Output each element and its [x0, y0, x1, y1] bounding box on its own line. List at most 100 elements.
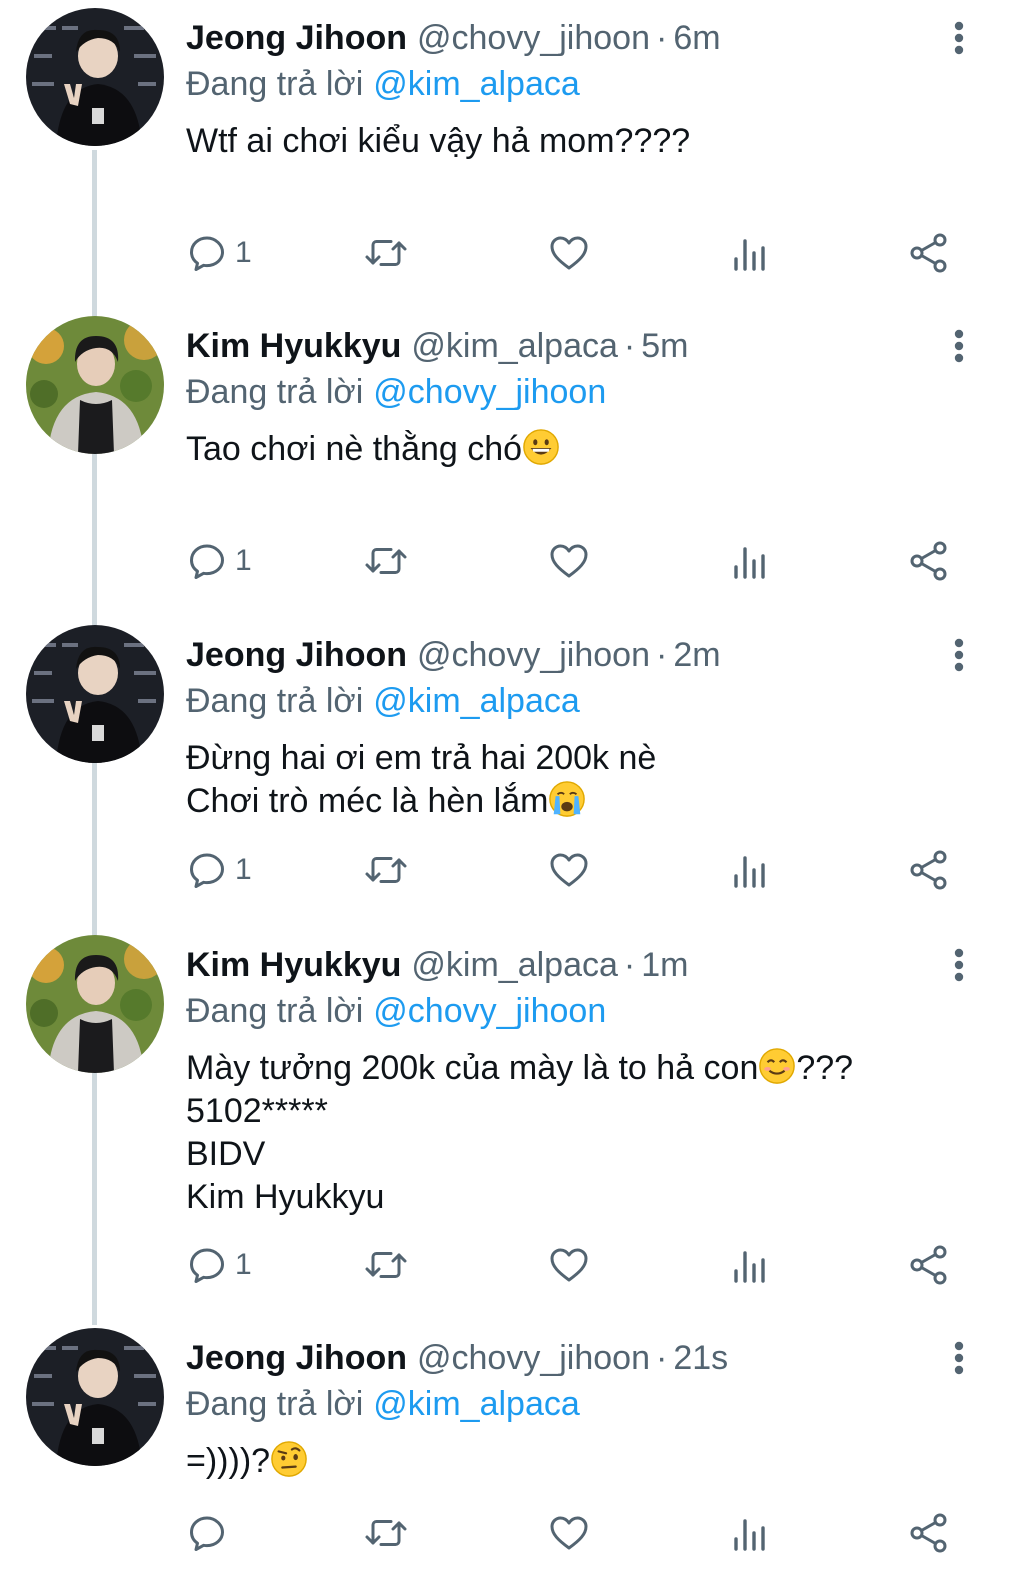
user-handle[interactable]: @kim_alpaca	[411, 946, 618, 984]
more-options-button[interactable]	[944, 945, 974, 985]
tweet-text-line: BIDV	[186, 1135, 266, 1173]
share-icon	[910, 541, 947, 581]
tweet-text-line: ???	[796, 1049, 854, 1087]
more-icon	[954, 638, 964, 672]
display-name[interactable]: Kim Hyukkyu	[186, 946, 401, 984]
share-button[interactable]	[908, 845, 950, 895]
tweet-header: Jeong Jihoon @chovy_jihoon · 21s	[186, 1338, 728, 1378]
mention-link[interactable]: @kim_alpaca	[373, 1385, 580, 1423]
retweet-button[interactable]	[364, 845, 408, 895]
tweet[interactable]: Kim Hyukkyu @kim_alpaca · 1m Đang trả lời @c…	[0, 935, 1029, 1305]
display-name[interactable]: Jeong Jihoon	[186, 1339, 407, 1377]
tweet[interactable]: Jeong Jihoon @chovy_jihoon · 2m Đang trả lờ…	[0, 625, 1029, 915]
tweet-text-line: =))))?	[186, 1442, 271, 1480]
timestamp[interactable]: 21s	[673, 1339, 728, 1377]
reply-button[interactable]	[187, 1508, 235, 1558]
reply-button[interactable]: 1	[187, 845, 252, 895]
tweet-text-line: Mày tưởng 200k của mày là to hả con	[186, 1049, 759, 1087]
display-name[interactable]: Jeong Jihoon	[186, 19, 407, 57]
avatar[interactable]	[26, 316, 164, 454]
timestamp[interactable]: 6m	[673, 19, 720, 57]
view-stats-button[interactable]	[730, 845, 770, 895]
timestamp[interactable]: 2m	[673, 636, 720, 674]
tweet-text-line: Chơi trò méc là hèn lắm	[186, 782, 549, 820]
grinning-emoji	[523, 429, 559, 465]
display-name[interactable]: Jeong Jihoon	[186, 636, 407, 674]
tweet[interactable]: Kim Hyukkyu @kim_alpaca · 5m Đang trả lời @c…	[0, 316, 1029, 606]
share-icon	[910, 1513, 947, 1553]
share-button[interactable]	[908, 1508, 950, 1558]
like-button[interactable]	[548, 1508, 590, 1558]
share-icon	[910, 233, 947, 273]
reply-button[interactable]: 1	[187, 1240, 252, 1290]
replying-to: Đang trả lời @kim_alpaca	[186, 681, 580, 721]
tweet-text-line: Wtf ai chơi kiểu vậy hả mom????	[186, 122, 691, 160]
retweet-button[interactable]	[364, 536, 408, 586]
share-button[interactable]	[908, 536, 950, 586]
tweet-text-line: Tao chơi nè thằng chó	[186, 430, 523, 468]
avatar[interactable]	[26, 935, 164, 1073]
mention-link[interactable]: @chovy_jihoon	[373, 992, 606, 1030]
retweet-button[interactable]	[364, 228, 408, 278]
tweet[interactable]: Jeong Jihoon @chovy_jihoon · 6m Đang trả lờ…	[0, 8, 1029, 298]
action-bar: 1	[0, 1240, 1029, 1290]
action-bar: 1	[0, 845, 1029, 895]
mention-link[interactable]: @chovy_jihoon	[373, 373, 606, 411]
like-button[interactable]	[548, 1240, 590, 1290]
user-handle[interactable]: @chovy_jihoon	[417, 19, 650, 57]
like-button[interactable]	[548, 228, 590, 278]
like-button[interactable]	[548, 845, 590, 895]
avatar[interactable]	[26, 8, 164, 146]
share-button[interactable]	[908, 228, 950, 278]
action-bar: 1	[0, 536, 1029, 586]
stats-icon	[734, 547, 765, 579]
tweet-text-line: 5102*****	[186, 1092, 328, 1130]
view-stats-button[interactable]	[730, 228, 770, 278]
tweet-header: Jeong Jihoon @chovy_jihoon · 2m	[186, 635, 721, 675]
stats-icon	[734, 239, 765, 271]
tweet-text-line: Kim Hyukkyu	[186, 1178, 385, 1216]
stats-icon	[734, 1251, 765, 1283]
reply-button[interactable]: 1	[187, 536, 252, 586]
mention-link[interactable]: @kim_alpaca	[373, 682, 580, 720]
user-handle[interactable]: @chovy_jihoon	[417, 1339, 650, 1377]
share-button[interactable]	[908, 1240, 950, 1290]
separator-dot: ·	[656, 1339, 668, 1377]
like-icon	[550, 853, 588, 887]
user-handle[interactable]: @kim_alpaca	[411, 327, 618, 365]
tweet[interactable]: Jeong Jihoon @chovy_jihoon · 21s Đang trả l…	[0, 1328, 1029, 1592]
view-stats-button[interactable]	[730, 536, 770, 586]
retweet-button[interactable]	[364, 1240, 408, 1290]
smiling-emoji	[759, 1048, 796, 1084]
stats-icon	[734, 1519, 765, 1551]
tweet-header: Kim Hyukkyu @kim_alpaca · 5m	[186, 326, 688, 366]
separator-dot: ·	[656, 636, 668, 674]
reply-icon	[190, 853, 224, 888]
share-icon	[910, 850, 947, 890]
retweet-icon	[365, 1520, 407, 1546]
tweet-text-line: Đừng hai ơi em trả hai 200k nè	[186, 739, 657, 777]
user-handle[interactable]: @chovy_jihoon	[417, 636, 650, 674]
avatar[interactable]	[26, 1328, 164, 1466]
mention-link[interactable]: @kim_alpaca	[373, 65, 580, 103]
like-icon	[550, 1516, 588, 1550]
reply-button[interactable]: 1	[187, 228, 252, 278]
more-options-button[interactable]	[944, 326, 974, 366]
like-icon	[550, 236, 588, 270]
avatar[interactable]	[26, 625, 164, 763]
timestamp[interactable]: 1m	[641, 946, 688, 984]
like-button[interactable]	[548, 536, 590, 586]
action-bar	[0, 1508, 1029, 1558]
retweet-icon	[365, 548, 407, 574]
more-options-button[interactable]	[944, 635, 974, 675]
view-stats-button[interactable]	[730, 1240, 770, 1290]
more-options-button[interactable]	[944, 1338, 974, 1378]
display-name[interactable]: Kim Hyukkyu	[186, 327, 401, 365]
replying-to-prefix: Đang trả lời	[186, 373, 364, 411]
more-options-button[interactable]	[944, 18, 974, 58]
view-stats-button[interactable]	[730, 1508, 770, 1558]
tweet-text: Đừng hai ơi em trả hai 200k nè Chơi trò …	[186, 737, 656, 823]
timestamp[interactable]: 5m	[641, 327, 688, 365]
retweet-button[interactable]	[364, 1508, 408, 1558]
reply-icon	[190, 1516, 224, 1551]
